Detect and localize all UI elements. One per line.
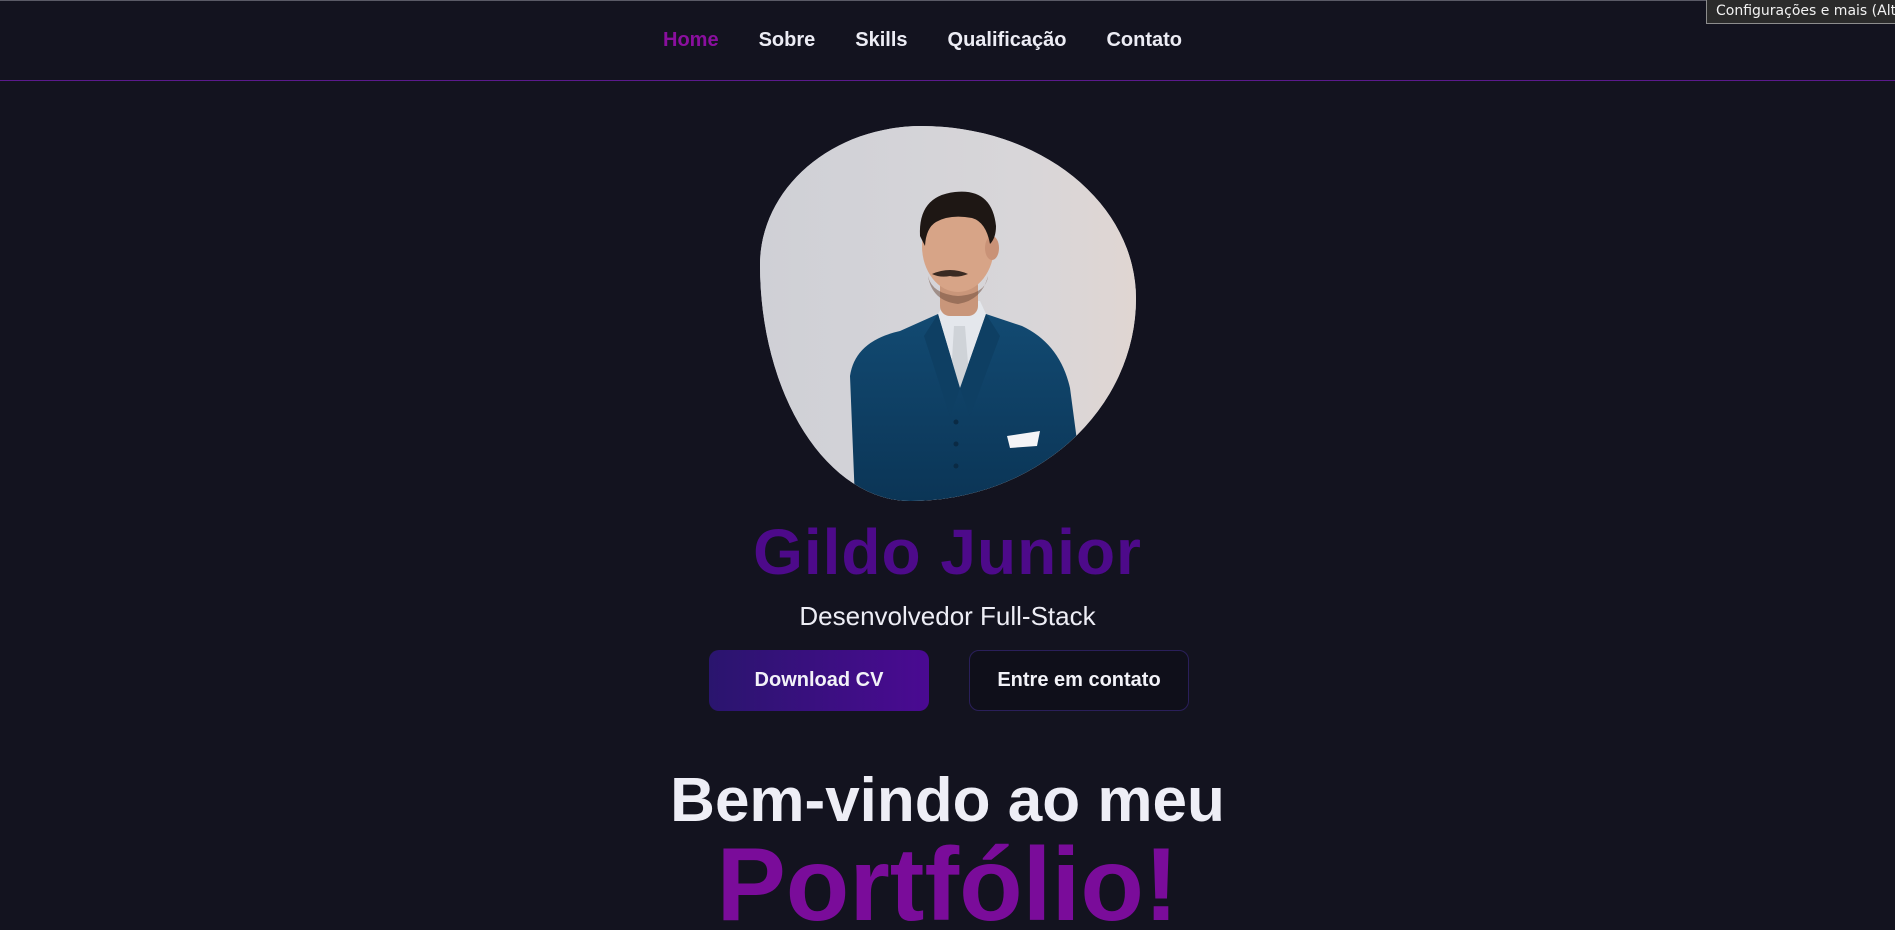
contact-button[interactable]: Entre em contato	[969, 650, 1189, 711]
main-nav: Home Sobre Skills Qualificação Contato	[663, 29, 1182, 52]
portfolio-heading: Portfólio!	[716, 827, 1179, 930]
download-cv-button[interactable]: Download CV	[709, 650, 929, 711]
nav-item-skills[interactable]: Skills	[855, 29, 907, 52]
browser-settings-tooltip: Configurações e mais (Alt+	[1706, 0, 1895, 24]
nav-item-home[interactable]: Home	[663, 29, 719, 52]
hero-name: Gildo Junior	[753, 516, 1142, 588]
nav-item-sobre[interactable]: Sobre	[759, 29, 816, 52]
hero-role: Desenvolvedor Full-Stack	[799, 601, 1096, 631]
profile-photo-illustration	[760, 126, 1136, 501]
portfolio-page: Home Sobre Skills Qualificação Contato C…	[0, 0, 1895, 930]
profile-photo	[760, 126, 1136, 501]
nav-item-contato[interactable]: Contato	[1106, 29, 1182, 52]
nav-item-qualificacao[interactable]: Qualificação	[948, 29, 1067, 52]
navbar: Home Sobre Skills Qualificação Contato	[0, 0, 1895, 81]
welcome-heading: Bem-vindo ao meu	[670, 766, 1225, 835]
